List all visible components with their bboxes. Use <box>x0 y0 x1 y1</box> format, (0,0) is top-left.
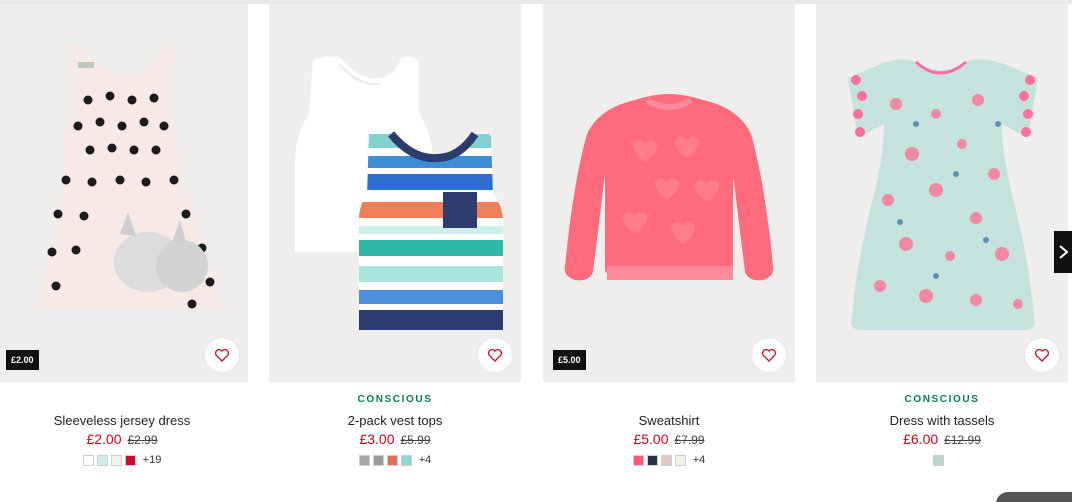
favorite-button[interactable] <box>1025 338 1059 372</box>
original-price: £5.99 <box>400 433 431 447</box>
color-swatch[interactable] <box>646 454 658 466</box>
conscious-label <box>543 394 795 408</box>
color-swatch[interactable] <box>372 454 384 466</box>
original-price: £7.99 <box>674 433 705 447</box>
color-swatch[interactable] <box>632 454 644 466</box>
color-swatches: +4 <box>269 453 521 467</box>
product-name[interactable]: 2-pack vest tops <box>269 413 521 430</box>
floral-dress-illustration <box>816 4 1068 382</box>
sale-price: £6.00 <box>903 431 939 447</box>
product-prices: £6.00 £12.99 <box>816 431 1068 449</box>
heart-icon <box>214 348 230 362</box>
favorite-button[interactable] <box>205 338 239 372</box>
product-card[interactable]: CONSCIOUS Dress with tassels £6.00 £12.99 <box>816 4 1068 502</box>
product-image[interactable] <box>816 4 1068 382</box>
product-image[interactable]: £5.00 <box>543 4 795 382</box>
sale-price: £2.00 <box>86 431 122 447</box>
product-prices: £5.00 £7.99 <box>543 431 795 449</box>
product-image[interactable] <box>269 4 521 382</box>
more-colors-count[interactable]: +4 <box>419 454 432 466</box>
color-swatch[interactable] <box>124 454 136 466</box>
product-prices: £2.00 £2.99 <box>0 431 248 449</box>
product-info: CONSCIOUS 2-pack vest tops £3.00 £5.99 +4 <box>269 394 521 467</box>
color-swatches: +19 <box>0 453 248 467</box>
sale-price: £5.00 <box>633 431 669 447</box>
product-info: Sweatshirt £5.00 £7.99 +4 <box>543 394 795 467</box>
product-card[interactable]: £2.00 Sleeveless jersey dress £2.00 £2.99… <box>0 4 248 502</box>
original-price: £2.99 <box>127 433 158 447</box>
color-swatch[interactable] <box>110 454 122 466</box>
color-swatch[interactable] <box>674 454 686 466</box>
original-price: £12.99 <box>944 433 981 447</box>
heart-icon <box>487 348 503 362</box>
chevron-right-icon <box>1059 245 1069 259</box>
product-image[interactable]: £2.00 <box>0 4 248 382</box>
color-swatch[interactable] <box>82 454 94 466</box>
product-name[interactable]: Sweatshirt <box>543 413 795 430</box>
more-colors-count[interactable]: +19 <box>143 454 162 466</box>
conscious-label: CONSCIOUS <box>904 394 980 405</box>
sweatshirt-illustration <box>543 4 795 382</box>
favorite-button[interactable] <box>478 338 512 372</box>
product-name[interactable]: Sleeveless jersey dress <box>0 413 248 430</box>
price-badge: £5.00 <box>553 350 586 370</box>
color-swatch[interactable] <box>933 454 944 466</box>
heart-icon <box>1034 348 1050 362</box>
color-swatch[interactable] <box>386 454 398 466</box>
product-prices: £3.00 £5.99 <box>269 431 521 449</box>
more-colors-count[interactable]: +4 <box>693 454 706 466</box>
product-grid: £2.00 Sleeveless jersey dress £2.00 £2.99… <box>0 4 1072 502</box>
chat-widget-button[interactable] <box>996 492 1072 502</box>
product-card[interactable]: CONSCIOUS 2-pack vest tops £3.00 £5.99 +4 <box>269 4 521 502</box>
color-swatches <box>816 453 1068 467</box>
color-swatches: +4 <box>543 453 795 467</box>
conscious-label: CONSCIOUS <box>357 394 433 405</box>
color-swatch[interactable] <box>400 454 412 466</box>
product-name[interactable]: Dress with tassels <box>816 413 1068 430</box>
conscious-label <box>0 394 248 408</box>
color-swatch[interactable] <box>660 454 672 466</box>
color-swatch[interactable] <box>96 454 108 466</box>
price-badge: £2.00 <box>6 350 39 370</box>
dress-polka-dot-illustration <box>0 4 248 382</box>
favorite-button[interactable] <box>752 338 786 372</box>
product-card[interactable]: £5.00 Sweatshirt £5.00 £7.99 +4 <box>543 4 795 502</box>
vest-tops-illustration <box>269 4 521 382</box>
product-info: Sleeveless jersey dress £2.00 £2.99 +19 <box>0 394 248 467</box>
carousel-next-button[interactable] <box>1054 231 1072 273</box>
product-info: CONSCIOUS Dress with tassels £6.00 £12.99 <box>816 394 1068 467</box>
heart-icon <box>761 348 777 362</box>
sale-price: £3.00 <box>359 431 395 447</box>
color-swatch[interactable] <box>358 454 370 466</box>
